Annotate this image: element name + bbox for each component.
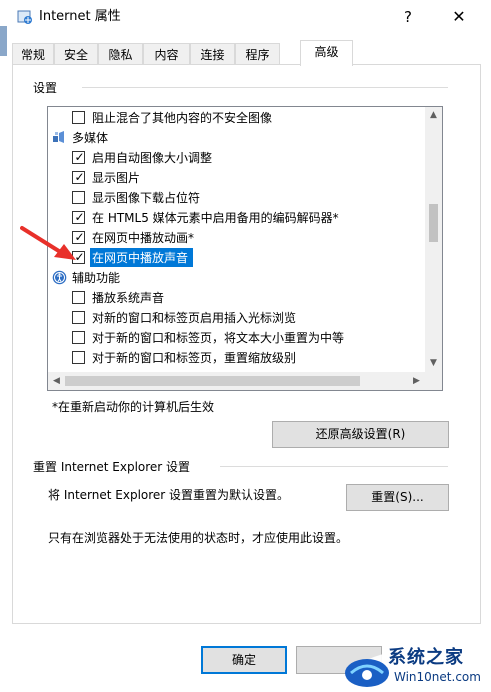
reset-warning: 只有在浏览器处于无法使用的状态时，才应使用此设置。 — [48, 531, 349, 545]
category-row: 多媒体 — [48, 128, 426, 148]
check-mark-icon: ✓ — [74, 150, 85, 164]
reset-description: 将 Internet Explorer 设置重置为默认设置。 — [48, 488, 290, 502]
internet-options-icon — [17, 10, 32, 24]
checkbox[interactable] — [72, 291, 85, 304]
option-label: 阻止混合了其他内容的不安全图像 — [92, 111, 273, 125]
list-item[interactable]: 播放系统声音 — [48, 288, 426, 308]
checkbox[interactable] — [72, 351, 85, 364]
horizontal-scroll-thumb[interactable] — [65, 376, 360, 386]
option-label: 在网页中播放动画* — [92, 231, 195, 245]
close-button[interactable]: ✕ — [446, 7, 472, 27]
tab-security[interactable]: 安全 — [54, 43, 98, 65]
checkbox[interactable] — [72, 311, 85, 324]
checkbox[interactable]: ✓ — [72, 150, 85, 164]
watermark-site: Win10net.com — [394, 670, 481, 684]
list-item[interactable]: ✓ 启用自动图像大小调整 — [48, 148, 426, 168]
tab-connections[interactable]: 连接 — [190, 43, 235, 65]
category-label: 多媒体 — [72, 131, 109, 145]
reset-group-divider — [220, 466, 448, 467]
reset-group-title: 重置 Internet Explorer 设置 — [33, 460, 191, 474]
restart-note: *在重新启动你的计算机后生效 — [52, 400, 215, 414]
list-item[interactable]: 显示图像下载占位符 — [48, 188, 426, 208]
selection-highlight: 在网页中播放声音 — [90, 248, 193, 267]
checkbox[interactable] — [72, 111, 85, 124]
background-window-edge — [0, 26, 7, 56]
option-label: 对于新的窗口和标签页，重置缩放级别 — [92, 351, 297, 365]
list-item[interactable]: 对于新的窗口和标签页，重置缩放级别 — [48, 348, 426, 368]
scrollbar-corner — [425, 372, 442, 390]
restore-advanced-settings-button[interactable]: 还原高级设置(R) — [272, 421, 449, 448]
reset-button[interactable]: 重置(S)... — [346, 484, 449, 511]
vertical-scroll-thumb[interactable] — [429, 204, 438, 242]
scroll-up-icon[interactable]: ▲ — [425, 107, 442, 124]
accessibility-icon — [52, 270, 67, 285]
checkbox[interactable]: ✓ — [72, 170, 85, 184]
category-row: 辅助功能 — [48, 268, 426, 288]
red-arrow-icon — [20, 226, 76, 260]
checkbox[interactable]: ✓ — [72, 210, 85, 224]
option-label: 启用自动图像大小调整 — [92, 151, 213, 165]
horizontal-scrollbar[interactable]: ◀ ▶ — [48, 372, 425, 390]
ok-button[interactable]: 确定 — [201, 646, 287, 674]
list-item-selected[interactable]: ✓ 在网页中播放声音 — [48, 248, 426, 268]
tab-general[interactable]: 常规 — [12, 43, 54, 65]
scroll-down-icon[interactable]: ▼ — [425, 355, 442, 372]
option-label: 显示图片 — [92, 171, 141, 185]
check-mark-icon: ✓ — [74, 210, 85, 224]
option-label: 对新的窗口和标签页启用插入光标浏览 — [92, 311, 297, 325]
list-item[interactable]: 阻止混合了其他内容的不安全图像 — [48, 108, 426, 128]
tab-content[interactable]: 内容 — [143, 43, 190, 65]
help-button[interactable]: ? — [397, 7, 419, 27]
tab-programs[interactable]: 程序 — [235, 43, 280, 65]
tab-bar: 常规 安全 隐私 内容 连接 程序 高级 — [12, 38, 482, 66]
option-label: 在 HTML5 媒体元素中启用备用的编码解码器* — [92, 211, 339, 225]
list-item[interactable]: 对新的窗口和标签页启用插入光标浏览 — [48, 308, 426, 328]
list-item[interactable]: 对于新的窗口和标签页，将文本大小重置为中等 — [48, 328, 426, 348]
list-item[interactable]: ✓ 在 HTML5 媒体元素中启用备用的编码解码器* — [48, 208, 426, 228]
checkbox[interactable] — [72, 191, 85, 204]
tab-privacy[interactable]: 隐私 — [98, 43, 143, 65]
list-item[interactable]: ✓ 在网页中播放动画* — [48, 228, 426, 248]
watermark-brand: 系统之家 — [388, 647, 464, 668]
multimedia-icon — [53, 131, 64, 143]
settings-group-divider — [82, 87, 448, 88]
settings-list[interactable]: 阻止混合了其他内容的不安全图像 多媒体 ✓ 启用自动图像大小调整 ✓ 显示图片 … — [47, 106, 443, 391]
option-label: 对于新的窗口和标签页，将文本大小重置为中等 — [92, 331, 345, 345]
scroll-left-icon[interactable]: ◀ — [48, 372, 65, 390]
checkbox[interactable] — [72, 331, 85, 344]
list-item[interactable]: ✓ 显示图片 — [48, 168, 426, 188]
tab-advanced[interactable]: 高级 — [300, 40, 353, 66]
vertical-scrollbar[interactable]: ▲ ▼ — [425, 107, 442, 372]
scroll-right-icon[interactable]: ▶ — [408, 372, 425, 390]
check-mark-icon: ✓ — [74, 170, 85, 184]
option-label: 播放系统声音 — [92, 291, 165, 305]
window-title: Internet 属性 — [39, 9, 121, 24]
option-label: 在网页中播放声音 — [92, 251, 189, 265]
category-label: 辅助功能 — [72, 271, 121, 285]
settings-group-title: 设置 — [33, 81, 58, 95]
option-label: 显示图像下载占位符 — [92, 191, 201, 205]
